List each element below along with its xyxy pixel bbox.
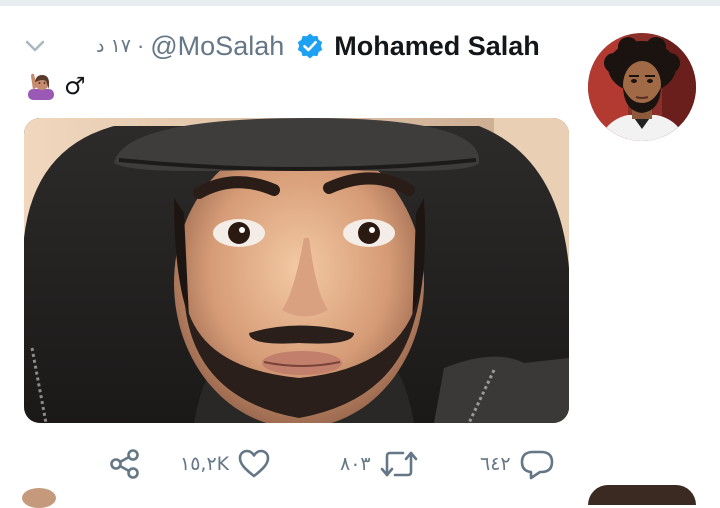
- male-sign: ♂: [64, 72, 86, 100]
- heart-icon[interactable]: [237, 447, 271, 481]
- retweet-count: ٨٠٣: [340, 453, 371, 475]
- next-tweet-emoji: [22, 488, 56, 508]
- tweet-photo[interactable]: [24, 118, 569, 423]
- share-action[interactable]: [108, 444, 142, 484]
- next-tweet-avatar[interactable]: [588, 485, 696, 505]
- retweet-action[interactable]: ٨٠٣: [340, 444, 419, 484]
- reply-action[interactable]: ٦٤٢: [480, 444, 555, 484]
- tweet-timestamp[interactable]: ١٧ د: [96, 35, 131, 57]
- meta-separator: ·: [136, 33, 145, 58]
- like-action[interactable]: ١٥,٢K: [180, 444, 271, 484]
- like-count: ١٥,٢K: [180, 453, 230, 475]
- avatar[interactable]: [588, 33, 696, 141]
- chevron-down-icon[interactable]: [24, 38, 46, 54]
- display-name[interactable]: Mohamed Salah: [334, 31, 540, 62]
- person-raising-hand-icon: [28, 73, 54, 100]
- verified-badge-icon: [298, 33, 323, 59]
- user-handle[interactable]: @MoSalah: [150, 31, 284, 62]
- reply-count: ٦٤٢: [480, 453, 511, 475]
- reply-icon[interactable]: [519, 447, 555, 481]
- retweet-icon[interactable]: [379, 447, 419, 481]
- top-divider: [0, 0, 720, 6]
- tweet-header: ١٧ د · @MoSalah Mohamed Salah: [96, 28, 540, 64]
- share-icon[interactable]: [108, 447, 142, 481]
- bio-line: ♂: [26, 72, 86, 100]
